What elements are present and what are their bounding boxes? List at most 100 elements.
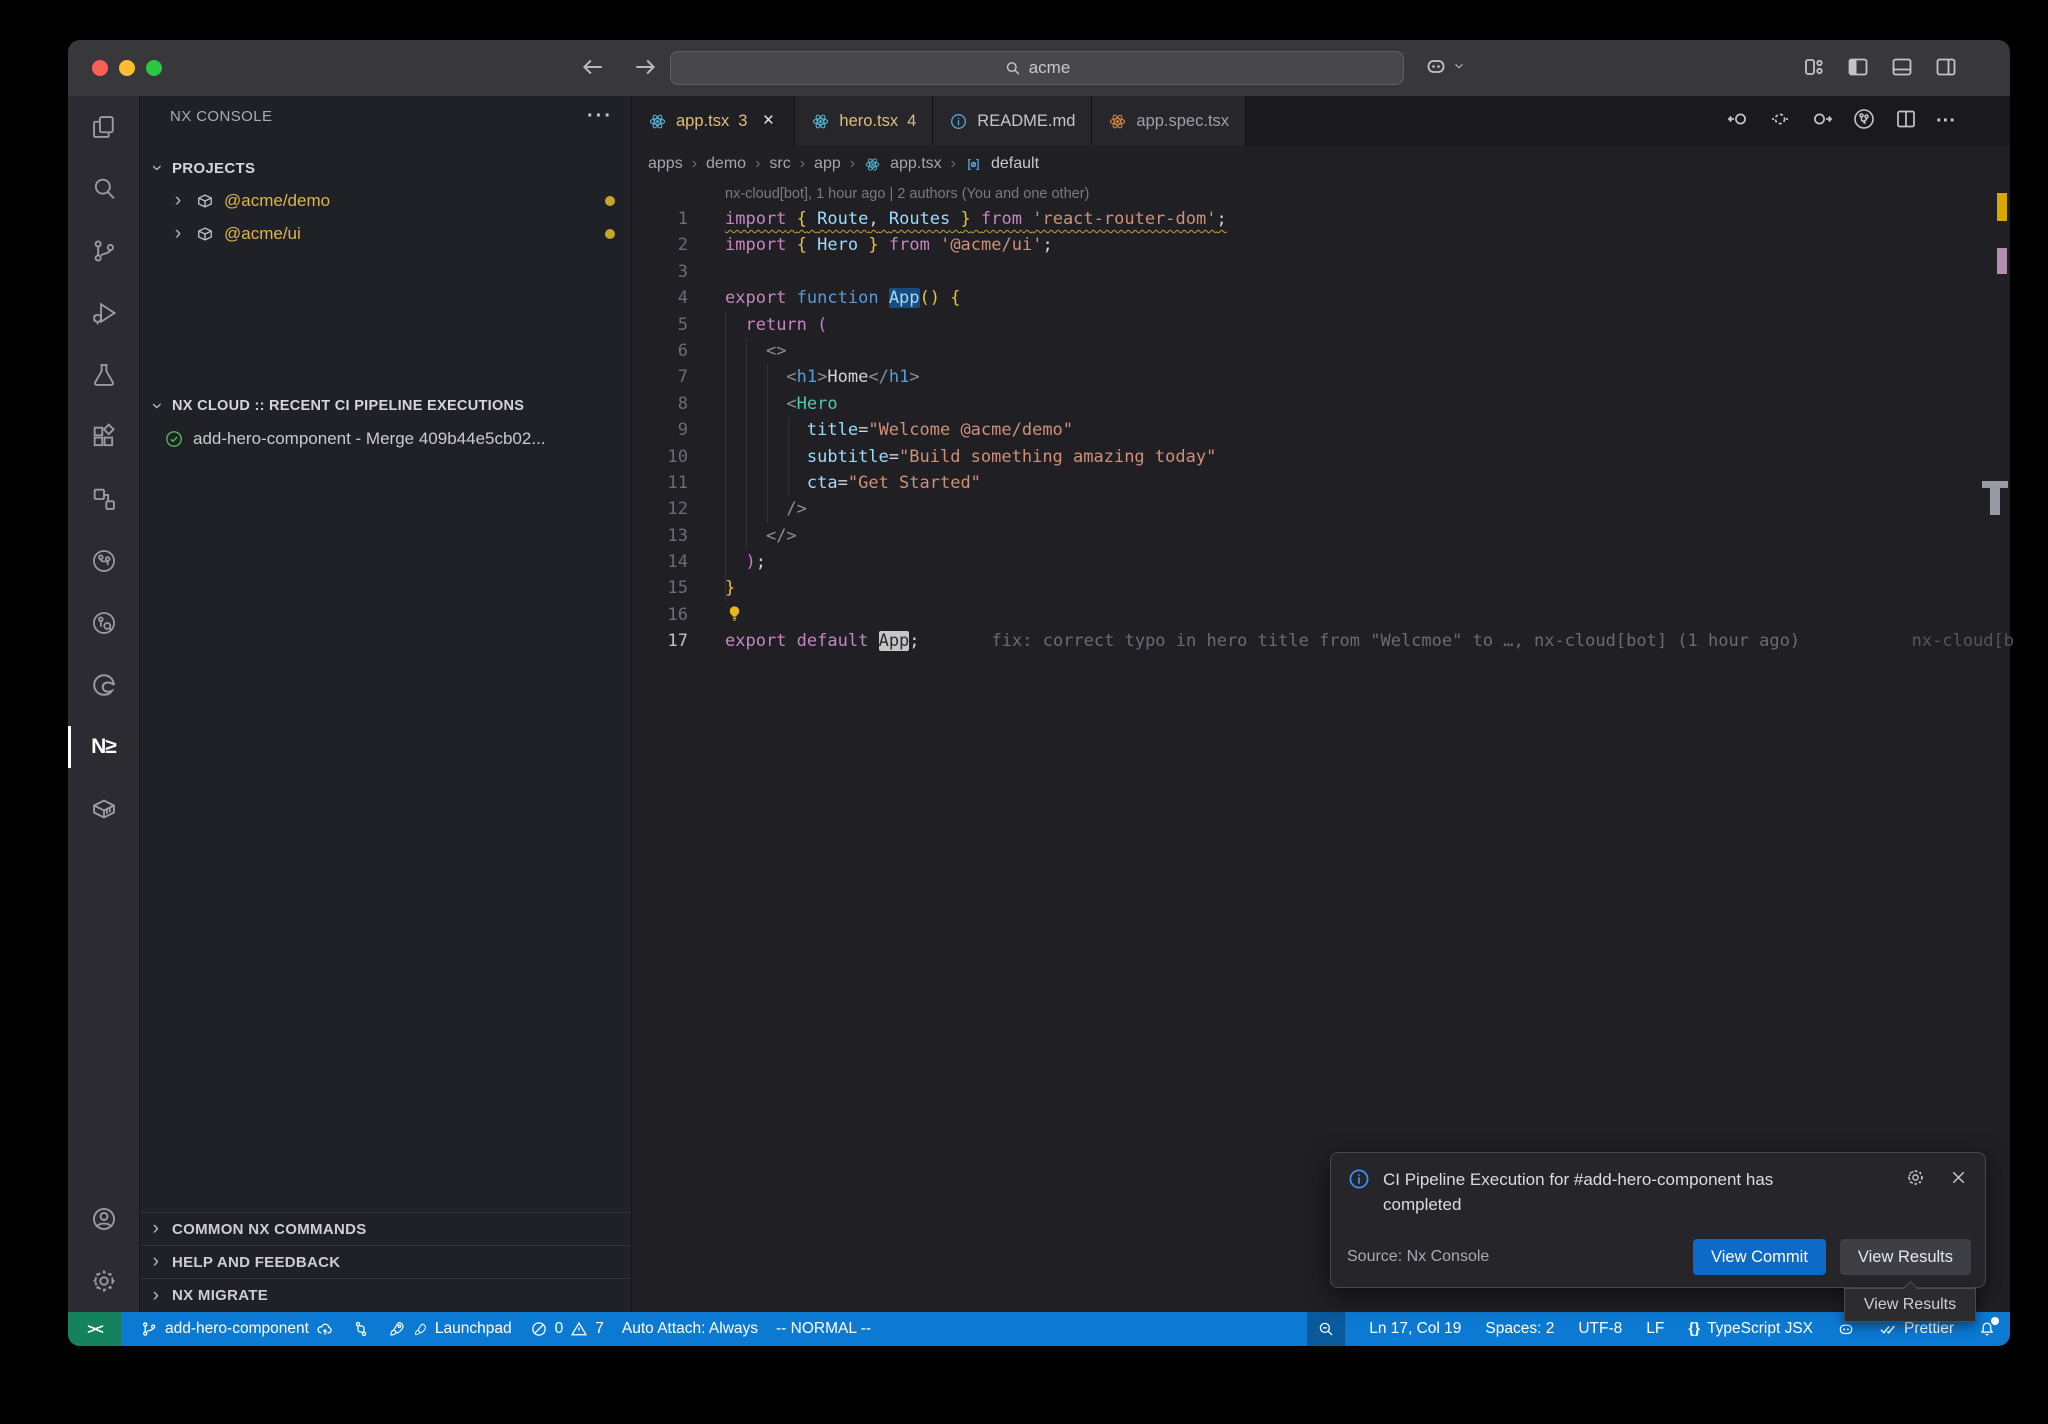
close-icon[interactable]	[758, 110, 778, 132]
testing-icon[interactable]	[68, 344, 140, 406]
command-center-search[interactable]: acme	[670, 51, 1404, 85]
cursor-position-status-item[interactable]: Ln 17, Col 19	[1369, 1320, 1461, 1338]
line-number: 15	[632, 575, 688, 601]
modified-dot	[605, 229, 615, 239]
navigate-back-icon[interactable]	[580, 54, 606, 85]
copilot-status-item[interactable]	[1837, 1320, 1855, 1338]
indentation-status-item[interactable]: Spaces: 2	[1485, 1320, 1554, 1338]
prettier-label: Prettier	[1904, 1320, 1954, 1338]
notification-settings-gear-icon[interactable]	[1905, 1167, 1926, 1217]
section-help-and-feedback[interactable]: HELP AND FEEDBACK	[140, 1246, 631, 1279]
settings-gear-icon[interactable]	[68, 1250, 140, 1312]
copilot-menu[interactable]	[1424, 54, 1466, 78]
nx-cloud-inspect-icon[interactable]	[68, 592, 140, 654]
pipeline-execution-item[interactable]: add-hero-component - Merge 409b44e5cb02.…	[140, 422, 631, 455]
breadcrumb-apps[interactable]: apps	[648, 155, 683, 173]
breadcrumb-symbol[interactable]: default	[991, 155, 1039, 173]
toggle-primary-sidebar-icon[interactable]	[1846, 55, 1870, 84]
branch-status-item[interactable]: add-hero-component	[140, 1320, 334, 1338]
vscode-window: acme	[68, 40, 2010, 1346]
sidebar-more-actions-icon[interactable]	[587, 105, 613, 128]
zoom-window-button[interactable]	[146, 60, 162, 76]
next-change-icon[interactable]	[1810, 107, 1834, 136]
notification-close-icon[interactable]	[1948, 1167, 1969, 1217]
section-nx-cloud[interactable]: NX CLOUD :: RECENT CI PIPELINE EXECUTION…	[140, 390, 631, 422]
code-line: 12 />	[632, 496, 2010, 522]
tab-app-tsx[interactable]: app.tsx 3	[632, 96, 795, 146]
code-line: 5 return (	[632, 312, 2010, 338]
source-control-icon[interactable]	[68, 220, 140, 282]
nx-console-icon[interactable]	[68, 716, 140, 778]
explorer-icon[interactable]	[68, 96, 140, 158]
chevron-collapsed-icon	[148, 1251, 164, 1273]
breadcrumb-demo[interactable]: demo	[706, 155, 746, 173]
nx-cloud-graph-icon[interactable]	[68, 530, 140, 592]
project-graph-icon[interactable]	[68, 468, 140, 530]
overview-ruler-cursor-mark	[1980, 481, 2010, 517]
chevron-collapsed-icon	[170, 223, 186, 245]
vim-mode-status-item[interactable]: -- NORMAL --	[776, 1320, 871, 1338]
breadcrumb-src[interactable]: src	[769, 155, 790, 173]
containers-icon[interactable]	[68, 778, 140, 840]
help-feedback-label: HELP AND FEEDBACK	[172, 1254, 340, 1271]
more-actions-icon[interactable]	[1936, 110, 1956, 133]
code-editor[interactable]: nx-cloud[bot], 1 hour ago | 2 authors (Y…	[632, 182, 2010, 1312]
zoom-status-item[interactable]	[1307, 1312, 1345, 1346]
language-status-item[interactable]: TypeScript JSX	[1688, 1320, 1813, 1338]
tab-app-spec-tsx[interactable]: app.spec.tsx	[1092, 96, 1246, 146]
inline-git-blame-right: nx-cloud[b	[1912, 628, 2014, 654]
section-common-nx-commands[interactable]: COMMON NX COMMANDS	[140, 1213, 631, 1246]
view-results-tooltip: View Results	[1844, 1288, 1976, 1322]
tab-readme-md[interactable]: README.md	[933, 96, 1092, 146]
code-line: 8 <Hero	[632, 391, 2010, 417]
section-projects[interactable]: PROJECTS	[140, 152, 631, 184]
line-number: 11	[632, 470, 688, 496]
current-change-icon[interactable]	[1768, 107, 1792, 136]
tab-hero-tsx[interactable]: hero.tsx 4	[795, 96, 933, 146]
extensions-icon[interactable]	[68, 406, 140, 468]
problems-status-item[interactable]: 0 7	[530, 1320, 604, 1338]
minimize-window-button[interactable]	[119, 60, 135, 76]
project-item-acme-demo[interactable]: @acme/demo	[140, 184, 631, 217]
code-line: 11 cta="Get Started"	[632, 470, 2010, 496]
split-editor-icon[interactable]	[1894, 107, 1918, 136]
launchpad-status-item[interactable]: Launchpad	[388, 1320, 512, 1338]
error-count-icon	[530, 1320, 548, 1338]
nx-cloud-label: NX CLOUD :: RECENT CI PIPELINE EXECUTION…	[172, 398, 524, 414]
source-control-graph-icon[interactable]	[1852, 107, 1876, 136]
rocket-icon	[388, 1320, 406, 1338]
project-item-acme-ui[interactable]: @acme/ui	[140, 217, 631, 250]
tab-bar: app.tsx 3 hero.tsx 4 README.md app.spec.…	[632, 96, 2010, 146]
notifications-bell-item[interactable]	[1978, 1320, 1996, 1338]
prettier-status-item[interactable]: Prettier	[1879, 1320, 1954, 1338]
close-window-button[interactable]	[92, 60, 108, 76]
customize-layout-icon[interactable]	[1802, 55, 1826, 84]
toggle-panel-icon[interactable]	[1890, 55, 1914, 84]
account-icon[interactable]	[68, 1188, 140, 1250]
tab-label: hero.tsx	[839, 112, 898, 131]
breadcrumb-file[interactable]: app.tsx	[890, 155, 942, 173]
search-icon[interactable]	[68, 158, 140, 220]
edge-browser-icon[interactable]	[68, 654, 140, 716]
toggle-secondary-sidebar-icon[interactable]	[1934, 55, 1958, 84]
error-count: 0	[555, 1320, 564, 1338]
remote-indicator[interactable]	[68, 1312, 122, 1346]
view-results-button[interactable]: View Results	[1840, 1239, 1971, 1275]
view-commit-button[interactable]: View Commit	[1693, 1239, 1826, 1275]
line-number: 7	[632, 364, 688, 390]
encoding-status-item[interactable]: UTF-8	[1578, 1320, 1622, 1338]
search-icon	[1004, 60, 1021, 77]
title-bar: acme	[68, 40, 2010, 96]
zoom-out-icon	[1317, 1320, 1335, 1338]
eol-label: LF	[1646, 1320, 1664, 1338]
code-line: 17nx-cloud[bexport default App;fix: corr…	[632, 628, 2010, 654]
breadcrumb-app[interactable]: app	[814, 155, 841, 173]
previous-change-icon[interactable]	[1726, 107, 1750, 136]
run-debug-icon[interactable]	[68, 282, 140, 344]
eol-status-item[interactable]: LF	[1646, 1320, 1664, 1338]
pipeline-status-item[interactable]	[352, 1320, 370, 1338]
lightbulb-icon[interactable]	[725, 605, 744, 625]
navigate-forward-icon[interactable]	[632, 54, 658, 85]
section-nx-migrate[interactable]: NX MIGRATE	[140, 1279, 631, 1312]
auto-attach-status-item[interactable]: Auto Attach: Always	[622, 1320, 758, 1338]
